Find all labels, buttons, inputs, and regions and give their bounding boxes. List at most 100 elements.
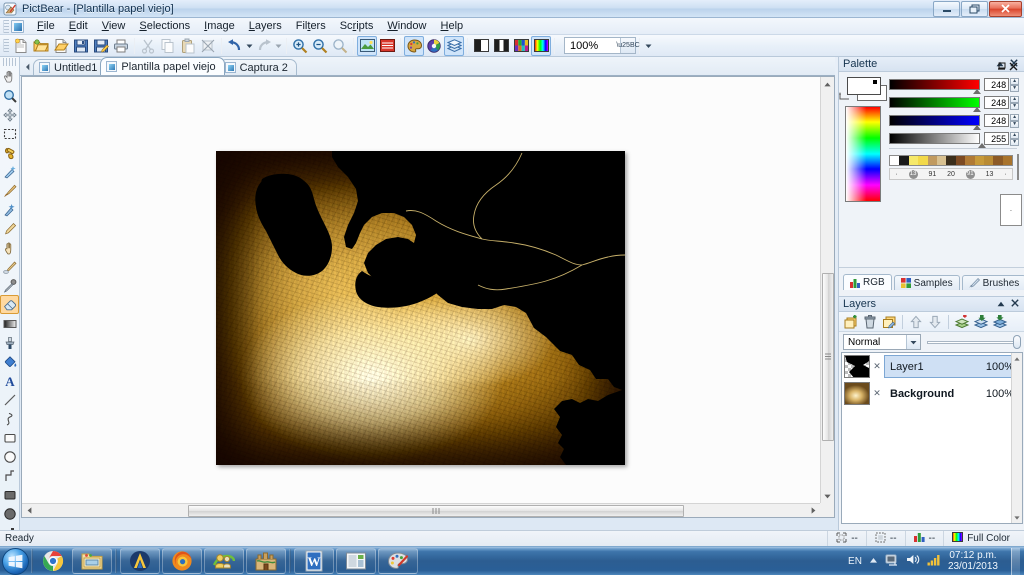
paint-bucket-tool[interactable] <box>0 352 19 371</box>
text-tool[interactable]: A <box>0 371 19 390</box>
foreground-color-swatch[interactable] <box>847 77 881 95</box>
recent-color-swatch[interactable] <box>965 156 975 165</box>
curve-tool[interactable] <box>0 409 19 428</box>
layers-panel-icon[interactable] <box>444 35 464 56</box>
menu-window[interactable]: Window <box>380 19 433 33</box>
line-tool[interactable] <box>0 390 19 409</box>
image-artboard[interactable] <box>216 151 625 465</box>
window-minimize-button[interactable] <box>933 0 960 17</box>
tab-scroll-prev-button[interactable] <box>22 58 33 75</box>
ellipse-tool[interactable] <box>0 447 19 466</box>
image-panel-icon[interactable] <box>357 35 377 56</box>
palette-tab-rgb[interactable]: RGB <box>843 274 892 290</box>
green-value[interactable]: 248 <box>983 95 1010 109</box>
slider-knob[interactable] <box>973 124 981 130</box>
palette-tab-brushes[interactable]: Brushes <box>961 275 1024 290</box>
tray-language-indicator[interactable]: EN <box>848 556 862 567</box>
menu-help[interactable]: Help <box>434 19 471 33</box>
recent-color-swatch[interactable] <box>974 156 984 165</box>
recent-color-swatch[interactable] <box>993 156 1003 165</box>
gradient-tool[interactable] <box>0 314 19 333</box>
indexed-color-icon[interactable] <box>511 36 531 56</box>
undo-icon[interactable] <box>225 36 245 56</box>
canvas-area[interactable] <box>21 76 835 518</box>
layer-visibility-toggle[interactable]: ✕ <box>872 361 882 372</box>
slider-knob[interactable] <box>973 106 981 112</box>
red-slider[interactable] <box>889 78 981 94</box>
recent-color-swatch[interactable] <box>927 156 937 165</box>
history-item[interactable]: · <box>895 171 897 178</box>
network-tray-icon[interactable] <box>885 553 899 570</box>
scroll-down-button[interactable] <box>1012 512 1022 523</box>
toolbar-grip[interactable] <box>3 39 9 52</box>
hand-tool[interactable] <box>0 67 19 86</box>
chevron-down-icon[interactable]: \u25BC <box>616 38 640 53</box>
window-restore-button[interactable] <box>961 0 988 17</box>
layer-name-cell[interactable]: Layer1 100% <box>884 355 1020 378</box>
powerpoint-taskbar-icon[interactable] <box>336 548 376 574</box>
menu-filters[interactable]: Filters <box>289 19 333 33</box>
volume-tray-icon[interactable] <box>906 553 920 569</box>
undo-dropdown-icon[interactable] <box>245 36 254 56</box>
eraser-tool[interactable] <box>0 295 19 314</box>
full-color-icon[interactable] <box>531 35 551 56</box>
save-icon[interactable] <box>71 36 91 56</box>
history-item[interactable]: 91 <box>928 171 936 178</box>
layers-close-button[interactable] <box>1011 299 1019 309</box>
red-spinner[interactable]: ▲ ▼ <box>1010 77 1019 92</box>
paste-icon[interactable] <box>178 36 198 56</box>
brush-tool[interactable] <box>0 181 19 200</box>
canvas-horizontal-scrollbar[interactable] <box>22 503 820 517</box>
new-file-icon[interactable] <box>11 36 31 56</box>
zoom-out-icon[interactable] <box>310 36 330 56</box>
recent-color-swatch[interactable] <box>1002 156 1013 165</box>
zoom-fit-icon[interactable] <box>330 36 350 56</box>
menu-edit[interactable]: Edit <box>62 19 95 33</box>
history-item[interactable]: 20 <box>947 171 955 178</box>
add-mask-icon[interactable] <box>953 313 971 331</box>
color-wheel-icon[interactable] <box>424 36 444 56</box>
zoom-in-icon[interactable] <box>290 36 310 56</box>
canvas-vertical-scrollbar[interactable] <box>820 77 834 503</box>
blur-tool[interactable] <box>0 257 19 276</box>
document-tab-untitled1[interactable]: Untitled1 <box>33 59 107 75</box>
duotone-icon[interactable] <box>491 36 511 56</box>
pen-tool[interactable] <box>0 219 19 238</box>
redo-dropdown-icon[interactable] <box>274 36 283 56</box>
layer-visibility-toggle[interactable]: ✕ <box>872 388 882 399</box>
table-row[interactable]: ✕ Layer1 100% <box>842 353 1022 380</box>
toolbox-grip[interactable] <box>3 58 16 66</box>
ares-taskbar-icon[interactable] <box>246 548 286 574</box>
recent-color-swatch[interactable] <box>936 156 947 165</box>
palette-panel-icon[interactable] <box>404 35 424 56</box>
zoom-level-combobox[interactable]: 100% \u25BC <box>564 37 640 54</box>
recent-color-swatch[interactable] <box>946 156 956 165</box>
history-item[interactable]: · <box>1004 171 1006 178</box>
flatten-icon[interactable] <box>991 313 1009 331</box>
move-layer-up-icon[interactable] <box>907 313 925 331</box>
scroll-down-button[interactable] <box>821 489 835 503</box>
smudge-tool[interactable] <box>0 238 19 257</box>
grayscale-icon[interactable] <box>471 36 491 56</box>
messenger-taskbar-icon[interactable] <box>204 548 244 574</box>
delete-layer-icon[interactable] <box>861 313 879 331</box>
layer-opacity-slider[interactable] <box>927 334 1021 350</box>
menubar-grip[interactable] <box>3 19 9 33</box>
document-tab-captura-2[interactable]: Captura 2 <box>218 59 297 75</box>
recent-color-swatch[interactable] <box>983 156 994 165</box>
merge-down-icon[interactable] <box>972 313 990 331</box>
magic-wand-tool[interactable] <box>0 162 19 181</box>
layers-collapse-button[interactable] <box>997 299 1005 309</box>
recent-colors-strip[interactable] <box>889 155 1013 166</box>
menu-file[interactable]: FFileile <box>30 19 62 33</box>
scroll-right-button[interactable] <box>806 504 820 518</box>
alpha-spinner[interactable]: ▲ ▼ <box>1010 131 1019 146</box>
reset-colors-icon[interactable] <box>839 92 851 103</box>
chrome-taskbar-icon[interactable] <box>36 548 70 574</box>
save-as-icon[interactable] <box>91 36 111 56</box>
recent-color-swatch[interactable] <box>899 156 909 165</box>
firefox-taskbar-icon[interactable] <box>162 548 202 574</box>
filled-rectangle-tool[interactable] <box>0 485 19 504</box>
canvas-viewport[interactable] <box>22 77 820 503</box>
scroll-v-thumb[interactable] <box>821 273 834 441</box>
